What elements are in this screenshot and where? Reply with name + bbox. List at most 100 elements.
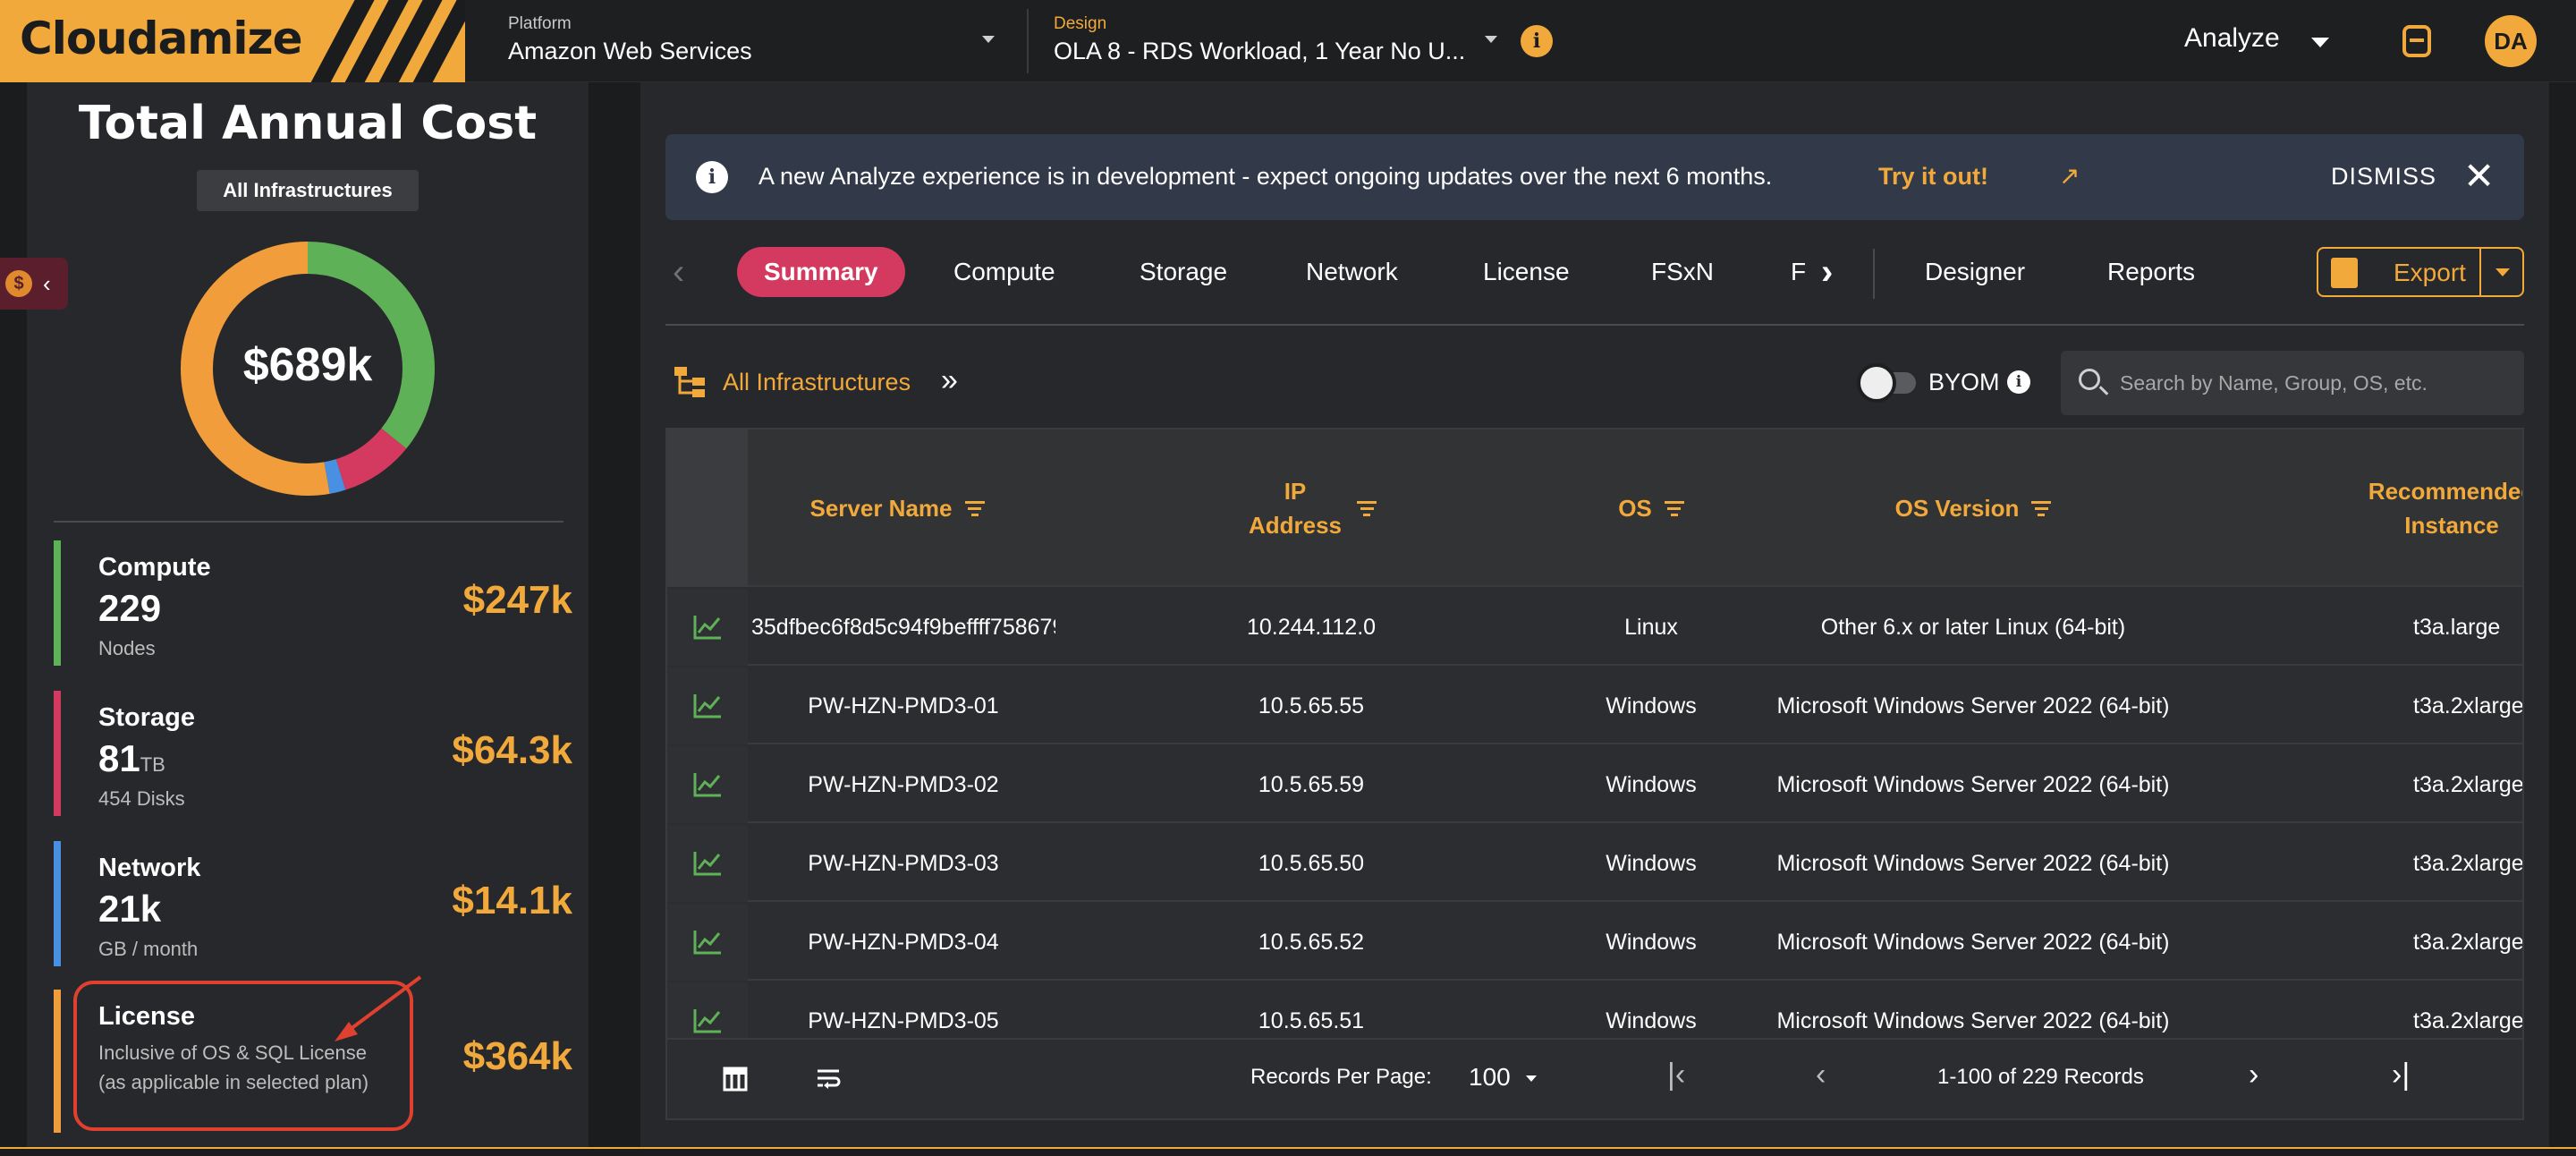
records-per-page-select[interactable]: 100 xyxy=(1469,1063,1511,1092)
pagination-range: 1-100 of 229 Records xyxy=(1937,1065,2144,1089)
cell-os: Windows xyxy=(1606,693,1697,718)
tabs-scroll-right-icon[interactable]: › xyxy=(1821,247,1833,297)
double-chevron-right-icon[interactable]: » xyxy=(941,363,958,398)
platform-value: Amazon Web Services xyxy=(508,38,752,64)
table-row[interactable]: PW-HZN-PMD3-04 10.5.65.52 Windows Microsoft… xyxy=(667,904,2524,981)
design-caret-icon[interactable] xyxy=(1485,36,1497,43)
column-os-version[interactable]: OS Version xyxy=(1830,429,2116,587)
storage-summary[interactable]: Storage 81TB 454 Disks $64.3k xyxy=(54,691,572,816)
column-recommended-instance[interactable]: Recommended Instance xyxy=(2340,429,2522,587)
byom-toggle[interactable] xyxy=(1857,363,1916,403)
previous-page-icon[interactable]: ‹ xyxy=(1816,1058,1826,1092)
external-arrow-icon[interactable]: ↗ xyxy=(2059,161,2080,191)
table-row[interactable]: PW-HZN-PMD3-02 10.5.65.59 Windows Microsoft… xyxy=(667,746,2524,823)
compute-summary[interactable]: Compute 229 Nodes $247k xyxy=(54,540,572,666)
design-label: Design xyxy=(1054,14,1107,33)
trend-chart-icon[interactable] xyxy=(692,1007,723,1034)
hierarchy-icon xyxy=(674,367,705,397)
export-label: Export xyxy=(2394,259,2466,286)
cell-ip-address: 10.244.112.0 xyxy=(1246,615,1377,640)
cost-panel-collapse-tab[interactable]: $ ‹ xyxy=(0,258,68,310)
analyze-caret-icon[interactable] xyxy=(2311,38,2329,47)
breadcrumb[interactable]: All Infrastructures xyxy=(723,369,911,396)
compute-cost: $247k xyxy=(462,578,572,622)
dismiss-button[interactable]: DISMISS xyxy=(2331,163,2436,191)
column-server-name[interactable]: Server Name xyxy=(751,429,1043,587)
tab-reports[interactable]: Reports xyxy=(2107,247,2195,297)
export-caret-icon[interactable] xyxy=(2496,268,2510,276)
network-color-bar xyxy=(54,841,61,966)
filter-icon xyxy=(2031,497,2052,520)
storage-disks: 454 Disks xyxy=(98,787,185,810)
next-page-icon[interactable]: › xyxy=(2249,1058,2258,1092)
search-box[interactable] xyxy=(2061,351,2524,415)
network-cost: $14.1k xyxy=(452,879,572,922)
network-unit: GB / month xyxy=(98,938,199,960)
cell-os: Windows xyxy=(1606,930,1697,955)
cell-os-version: Microsoft Windows Server 2022 (64-bit) xyxy=(1776,851,2170,876)
tab-designer[interactable]: Designer xyxy=(1925,247,2025,297)
export-button[interactable]: Export xyxy=(2317,247,2524,297)
cell-recommended-instance: t3a.2xlarge xyxy=(2413,851,2524,876)
tab-fsxn[interactable]: FSxN xyxy=(1651,247,1714,297)
cell-os: Windows xyxy=(1606,772,1697,797)
info-icon: i xyxy=(696,161,728,193)
tab-compute[interactable]: Compute xyxy=(953,247,1055,297)
trend-chart-icon[interactable] xyxy=(692,771,723,798)
cell-server-name: PW-HZN-PMD3-03 xyxy=(808,851,999,876)
analyze-menu[interactable]: Analyze xyxy=(2184,23,2280,54)
brand-logo[interactable]: Cloudamize xyxy=(0,0,465,82)
platform-selector[interactable]: Platform Amazon Web Services xyxy=(508,14,752,65)
storage-name: Storage xyxy=(98,703,195,732)
trend-chart-icon[interactable] xyxy=(692,850,723,877)
table-columns-icon[interactable] xyxy=(723,1067,748,1092)
compute-name: Compute xyxy=(98,553,211,582)
first-page-icon[interactable]: |‹ xyxy=(1667,1058,1685,1092)
tab-network[interactable]: Network xyxy=(1306,247,1398,297)
tab-license[interactable]: License xyxy=(1483,247,1570,297)
user-avatar[interactable]: DA xyxy=(2485,15,2537,67)
compute-color-bar xyxy=(54,540,61,666)
trend-chart-icon[interactable] xyxy=(692,614,723,641)
tab-truncated[interactable]: F xyxy=(1791,247,1806,297)
cell-os-version: Microsoft Windows Server 2022 (64-bit) xyxy=(1776,930,2170,955)
records-per-page-caret-icon[interactable] xyxy=(1526,1075,1537,1082)
cell-os: Windows xyxy=(1606,1008,1697,1033)
platform-caret-icon[interactable] xyxy=(982,36,995,43)
table-header: Server Name IP Address OS OS Version Rec… xyxy=(667,429,2522,587)
last-page-icon[interactable]: ›| xyxy=(2392,1058,2410,1092)
column-ip-address[interactable]: IP Address xyxy=(1231,429,1392,587)
search-input[interactable] xyxy=(2120,351,2513,415)
trend-chart-icon[interactable] xyxy=(692,929,723,956)
table-row[interactable]: PW-HZN-PMD3-03 10.5.65.50 Windows Microsoft… xyxy=(667,825,2524,902)
wrap-text-icon[interactable] xyxy=(816,1067,841,1092)
assistant-icon[interactable] xyxy=(2402,25,2431,57)
cell-server-name: PW-HZN-PMD3-02 xyxy=(808,772,999,797)
scope-chip[interactable]: All Infrastructures xyxy=(197,170,419,211)
design-info-icon[interactable]: i xyxy=(1521,25,1553,57)
byom-info-icon[interactable]: i xyxy=(2007,370,2030,394)
table-row[interactable]: 35dfbec6f8d5c94f9beffff7586797bf1b5d... 1… xyxy=(667,589,2522,666)
cell-server-name: PW-HZN-PMD3-05 xyxy=(808,1008,999,1033)
table-row[interactable]: PW-HZN-PMD3-05 10.5.65.51 Windows Microsoft… xyxy=(667,982,2522,1038)
cell-ip-address: 10.5.65.52 xyxy=(1258,930,1365,955)
tab-summary[interactable]: Summary xyxy=(737,247,905,297)
cell-recommended-instance: t3a.2xlarge xyxy=(2413,930,2524,955)
trend-chart-icon[interactable] xyxy=(692,693,723,719)
storage-size: 81TB xyxy=(98,737,165,779)
cell-recommended-instance: t3a.2xlarge xyxy=(2413,772,2524,797)
table-row[interactable]: PW-HZN-PMD3-01 10.5.65.55 Windows Microsoft… xyxy=(667,667,2522,744)
license-cost: $364k xyxy=(462,1034,572,1078)
divider xyxy=(54,521,564,523)
column-os[interactable]: OS xyxy=(1580,429,1723,587)
tab-storage[interactable]: Storage xyxy=(1140,247,1227,297)
tabs-scroll-left-icon[interactable]: ‹ xyxy=(673,247,684,297)
cell-ip-address: 10.5.65.50 xyxy=(1258,851,1365,876)
network-name: Network xyxy=(98,854,201,882)
storage-cost: $64.3k xyxy=(452,728,572,772)
design-selector[interactable]: Design OLA 8 - RDS Workload, 1 Year No U… xyxy=(1054,14,1465,65)
cell-ip-address: 10.5.65.59 xyxy=(1258,772,1365,797)
network-summary[interactable]: Network 21k GB / month $14.1k xyxy=(54,841,572,966)
try-it-link[interactable]: Try it out! xyxy=(1878,163,1988,191)
close-icon[interactable]: ✕ xyxy=(2463,154,2495,198)
